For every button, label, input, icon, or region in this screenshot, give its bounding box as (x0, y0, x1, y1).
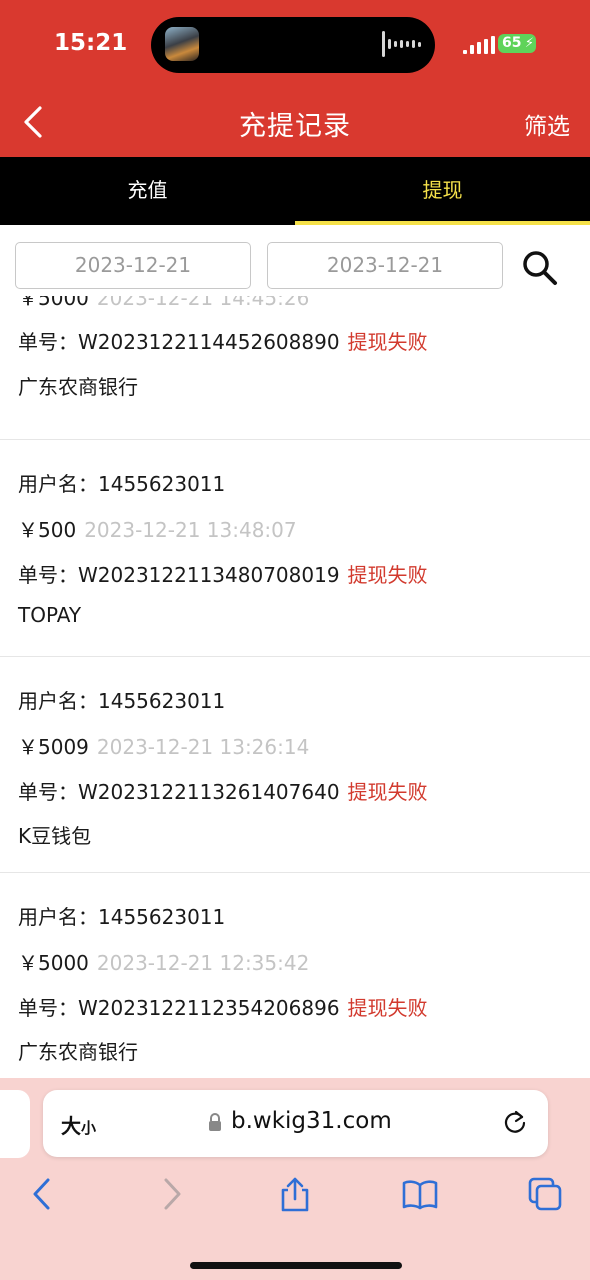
order-number: W2023122113261407640 (78, 780, 340, 804)
withdraw-record-list[interactable]: ￥5000 2023-12-21 14:45:26 单号：W20231221144… (0, 296, 590, 1080)
text-size-button[interactable]: 大小 (61, 1110, 96, 1139)
audio-waveform-icon (382, 29, 421, 59)
list-item[interactable]: 用户名：1455623011 ￥5009 2023-12-21 13:26:14 … (0, 657, 590, 873)
battery-indicator: 65 ⚡ (498, 34, 536, 53)
end-date-input[interactable]: 2023-12-21 (267, 242, 503, 289)
record-time: 2023-12-21 14:45:26 (96, 296, 310, 310)
username-label: 用户名： (18, 905, 98, 929)
username: 1455623011 (98, 472, 226, 496)
start-date-input[interactable]: 2023-12-21 (15, 242, 251, 289)
status-time: 15:21 (54, 30, 128, 56)
order-label: 单号： (18, 996, 78, 1020)
text-size-small-label: 小 (81, 1119, 97, 1137)
record-time: 2023-12-21 13:26:14 (96, 735, 310, 759)
record-time: 2023-12-21 13:48:07 (84, 518, 297, 542)
browser-chrome: 大小 b.wkig31.com (0, 1078, 590, 1280)
cellular-signal-icon (463, 36, 495, 54)
status-badge: 提现失败 (347, 996, 428, 1020)
url-text: b.wkig31.com (231, 1108, 392, 1134)
order-number: W2023122113480708019 (78, 563, 340, 587)
list-item[interactable]: 用户名：1455623011 ￥500 2023-12-21 13:48:07 单… (0, 440, 590, 657)
tabs-icon[interactable] (527, 1176, 563, 1212)
list-item[interactable]: 用户名：1455623011 ￥5000 2023-12-21 12:35:42 … (0, 873, 590, 1080)
withdraw-channel: 广东农商银行 (18, 375, 138, 399)
username: 1455623011 (98, 905, 226, 929)
username: 1455623011 (98, 689, 226, 713)
amount: ￥500 (18, 518, 77, 542)
amount: ￥5000 (18, 951, 89, 975)
previous-tab-preview[interactable] (0, 1090, 30, 1158)
reload-icon[interactable] (502, 1110, 528, 1136)
list-item[interactable]: ￥5000 2023-12-21 14:45:26 单号：W20231221144… (0, 296, 590, 440)
forward-arrow-icon[interactable] (153, 1176, 189, 1212)
username-label: 用户名： (18, 472, 98, 496)
home-indicator[interactable] (190, 1262, 402, 1269)
order-label: 单号： (18, 563, 78, 587)
order-label: 单号： (18, 330, 78, 354)
filter-button[interactable]: 筛选 (524, 107, 570, 141)
tab-bar: 充值 提现 (0, 157, 590, 225)
back-arrow-icon[interactable] (25, 1176, 61, 1212)
withdraw-channel: 广东农商银行 (18, 1040, 138, 1064)
charging-bolt-icon: ⚡ (524, 36, 534, 51)
bookmarks-icon[interactable] (402, 1176, 438, 1212)
record-time: 2023-12-21 12:35:42 (96, 951, 310, 975)
now-playing-thumbnail (165, 27, 199, 61)
withdraw-channel: TOPAY (18, 603, 82, 627)
status-badge: 提现失败 (347, 563, 428, 587)
tab-deposit[interactable]: 充值 (0, 157, 295, 225)
order-number: W2023122112354206896 (78, 996, 340, 1020)
search-icon[interactable] (520, 248, 560, 288)
page-title: 充提记录 (239, 111, 351, 142)
address-bar[interactable]: 大小 b.wkig31.com (43, 1090, 548, 1157)
dynamic-island[interactable] (151, 17, 435, 73)
text-size-label: 大 (61, 1114, 81, 1138)
app-header: 15:21 65 ⚡ 充提记录 筛选 (0, 0, 590, 157)
status-badge: 提现失败 (347, 330, 428, 354)
share-icon[interactable] (277, 1176, 313, 1212)
order-number: W2023122114452608890 (78, 330, 340, 354)
amount: ￥5009 (18, 735, 89, 759)
amount: ￥5000 (18, 296, 89, 310)
withdraw-channel: K豆钱包 (18, 824, 92, 848)
tab-withdraw[interactable]: 提现 (295, 157, 590, 225)
order-label: 单号： (18, 780, 78, 804)
username-label: 用户名： (18, 689, 98, 713)
status-badge: 提现失败 (347, 780, 428, 804)
battery-level: 65 (502, 35, 522, 51)
lock-icon (209, 1113, 221, 1131)
